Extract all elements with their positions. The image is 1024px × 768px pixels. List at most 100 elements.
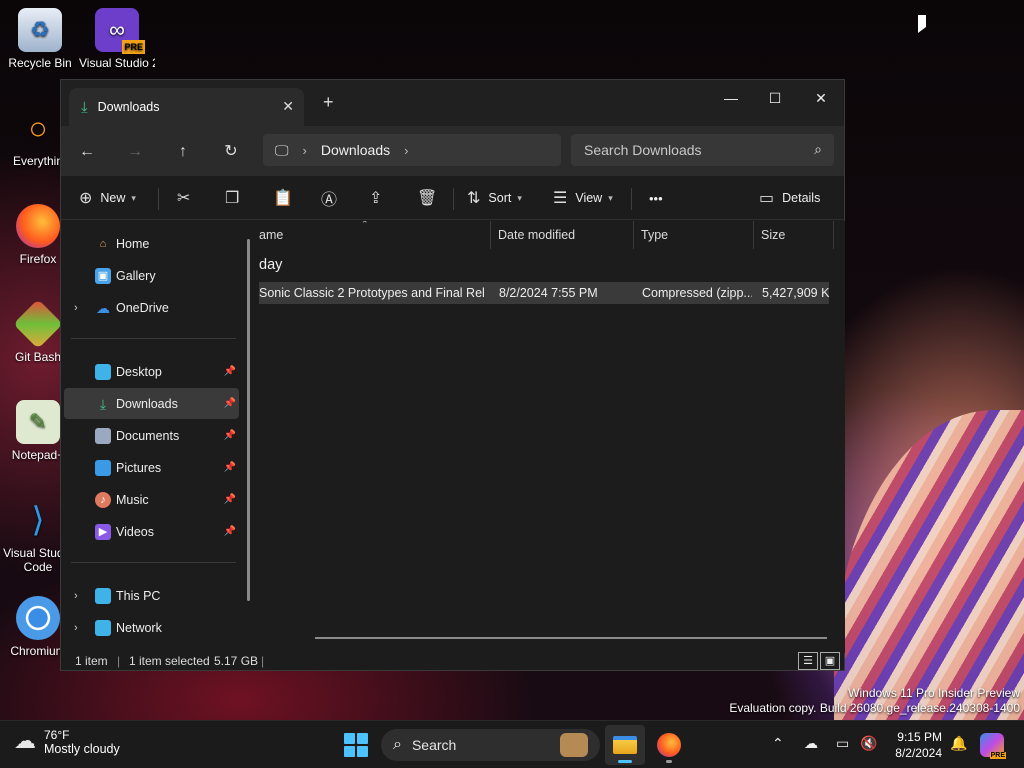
volume-muted-icon[interactable]: 🔇: [860, 735, 877, 752]
everything-search-icon: ○: [28, 110, 48, 146]
minimize-button[interactable]: —: [711, 84, 751, 112]
sidebar-item-videos[interactable]: ▶ Videos 📌: [64, 516, 239, 547]
delete-button[interactable]: 🗑: [417, 184, 445, 212]
chevron-down-icon: ▾: [608, 192, 613, 203]
desktop-icon-visual-studio[interactable]: ∞PRE Visual Studio 2022 Preview: [79, 8, 155, 72]
sidebar-item-label: Home: [116, 236, 150, 251]
gallery-icon: ▣: [95, 267, 111, 284]
pin-icon[interactable]: 📌: [224, 462, 236, 473]
close-tab-icon[interactable]: ✕: [282, 98, 294, 115]
desktop-icon-recycle-bin[interactable]: ♻ Recycle Bin: [2, 8, 78, 70]
search-icon: ⌕: [393, 736, 402, 753]
chevron-right-icon[interactable]: ›: [74, 590, 78, 602]
sort-button[interactable]: ⇅ Sort ▾: [467, 184, 522, 212]
start-button[interactable]: [344, 733, 368, 757]
sidebar-item-home[interactable]: ⌂ Home: [64, 228, 239, 259]
wallpaper-swirl: [834, 410, 1024, 720]
cut-button[interactable]: ✂: [177, 184, 198, 212]
sidebar-item-music[interactable]: ♪ Music 📌: [64, 484, 239, 515]
details-button[interactable]: ▭ Details: [759, 184, 820, 212]
more-options-button[interactable]: •••: [649, 184, 663, 212]
trash-icon: 🗑: [417, 190, 438, 207]
music-folder-icon: ♪: [95, 491, 111, 508]
taskbar-file-explorer[interactable]: [605, 725, 645, 765]
sidebar-scrollbar[interactable]: [247, 239, 250, 601]
sort-label: Sort: [488, 191, 512, 205]
toolbar-divider: [631, 188, 632, 210]
desktop-icon-label: Recycle Bin: [8, 56, 72, 70]
sidebar-item-pictures[interactable]: Pictures 📌: [64, 452, 239, 483]
sidebar-item-desktop[interactable]: Desktop 📌: [64, 356, 239, 387]
forward-button[interactable]: →: [119, 136, 151, 168]
this-pc-icon: [95, 587, 111, 604]
recycle-bin-icon: ♻: [18, 8, 62, 52]
address-bar[interactable]: 🖵 › Downloads ›: [263, 134, 561, 166]
pin-icon[interactable]: 📌: [224, 494, 236, 505]
pin-icon[interactable]: 📌: [224, 526, 236, 537]
share-button[interactable]: ⇪: [369, 184, 390, 212]
tab-label: Downloads: [97, 100, 160, 114]
chevron-right-icon[interactable]: ›: [404, 143, 408, 158]
chevron-right-icon: ›: [302, 142, 307, 158]
table-row[interactable]: Sonic Classic 2 Prototypes and Final Rel…: [259, 282, 830, 304]
new-button[interactable]: ⊕ New ▾: [79, 184, 136, 212]
pin-icon[interactable]: 📌: [224, 430, 236, 441]
column-header-name[interactable]: ame: [259, 221, 491, 249]
search-box[interactable]: Search Downloads ⌕: [571, 134, 834, 166]
breadcrumb-downloads[interactable]: Downloads: [321, 142, 390, 158]
copy-button[interactable]: ❐: [225, 184, 247, 212]
sidebar-item-onedrive[interactable]: › ☁ OneDrive: [64, 292, 239, 323]
search-icon: ⌕: [814, 141, 822, 157]
column-header-type[interactable]: Type: [634, 221, 754, 249]
taskbar-search[interactable]: ⌕ Search: [381, 729, 600, 761]
view-button[interactable]: ☰ View ▾: [553, 184, 613, 212]
rename-button[interactable]: Ⓐ: [321, 184, 345, 212]
back-button[interactable]: ←: [71, 136, 103, 168]
tab-downloads[interactable]: ⤓ Downloads ✕: [69, 88, 304, 126]
sidebar-item-documents[interactable]: Documents 📌: [64, 420, 239, 451]
onedrive-sync-icon[interactable]: ☁: [804, 735, 818, 752]
windows-logo-icon: [344, 733, 355, 744]
sidebar-item-label: Desktop: [116, 364, 162, 379]
up-button[interactable]: ↑: [167, 136, 199, 168]
notification-bell-icon[interactable]: 🔔: [950, 735, 967, 752]
copilot-icon[interactable]: PRE: [980, 733, 1006, 759]
pin-icon[interactable]: 📌: [224, 398, 236, 409]
watermark-line-2: Evaluation copy. Build 26080.ge_release.…: [729, 701, 1020, 715]
new-tab-button[interactable]: +: [323, 92, 334, 113]
chevron-right-icon[interactable]: ›: [74, 302, 78, 314]
close-window-button[interactable]: ✕: [801, 84, 841, 112]
selection-count: 1 item selected: [129, 654, 210, 668]
weather-widget[interactable]: ☁ 76°F Mostly cloudy: [14, 728, 120, 756]
taskbar: ☁ 76°F Mostly cloudy ⌕ Search ⌃ ☁ ▭ 🔇 9:…: [0, 720, 1024, 768]
windows-logo-icon: [357, 733, 368, 744]
sidebar-item-label: Gallery: [116, 268, 156, 283]
taskbar-search-label: Search: [411, 737, 457, 753]
sidebar-item-network[interactable]: › Network: [64, 612, 239, 643]
documents-folder-icon: [95, 427, 111, 444]
column-header-date-modified[interactable]: Date modified: [491, 221, 634, 249]
chevron-right-icon[interactable]: ›: [74, 622, 78, 634]
clock[interactable]: 9:15 PM 8/2/2024: [880, 729, 942, 761]
paste-button[interactable]: 📋: [273, 184, 301, 212]
chevron-up-icon[interactable]: ⌃: [772, 735, 784, 752]
large-icons-view-icon[interactable]: ▣: [820, 652, 840, 670]
group-header[interactable]: day: [259, 257, 282, 273]
display-icon[interactable]: ▭: [836, 735, 849, 752]
taskbar-firefox[interactable]: [649, 725, 689, 765]
sidebar-item-this-pc[interactable]: › This PC: [64, 580, 239, 611]
column-header-size[interactable]: Size: [754, 221, 834, 249]
details-view-icon[interactable]: ☰: [798, 652, 818, 670]
sidebar-item-downloads[interactable]: ⤓ Downloads 📌: [64, 388, 239, 419]
sidebar-item-gallery[interactable]: ▣ Gallery: [64, 260, 239, 291]
network-icon: [95, 619, 111, 636]
navigation-bar: ← → ↑ ↻ 🖵 › Downloads › Search Downloads…: [61, 126, 844, 176]
column-label: Date modified: [498, 228, 576, 242]
status-divider: |: [117, 654, 121, 668]
refresh-button[interactable]: ↻: [215, 136, 247, 168]
clock-date: 8/2/2024: [895, 746, 942, 760]
pin-icon[interactable]: 📌: [224, 366, 236, 377]
horizontal-scrollbar[interactable]: [315, 637, 827, 639]
maximize-button[interactable]: ☐: [755, 84, 795, 112]
git-bash-icon: [13, 299, 63, 349]
